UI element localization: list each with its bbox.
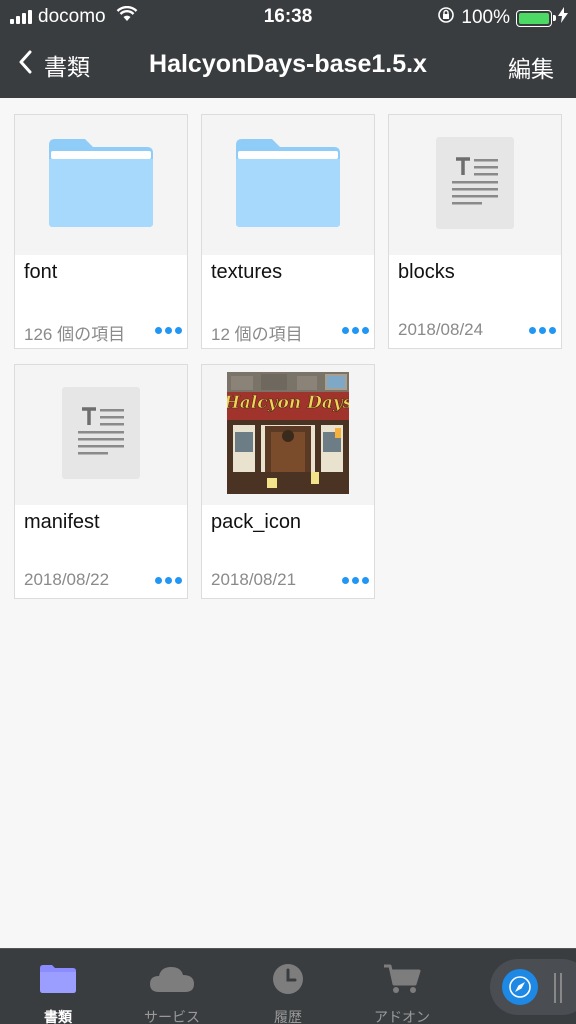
text-document-icon [436,136,514,234]
compass-icon [502,969,538,1005]
file-name: textures [211,261,283,283]
folder-icon [45,137,157,234]
more-button[interactable] [342,577,369,584]
more-button[interactable] [155,577,182,584]
status-bar: docomo 16:38 100% [0,0,576,34]
bubble-grip-handle[interactable] [554,973,562,1003]
card-thumbnail [389,115,561,255]
battery-percent: 100% [461,7,510,28]
orientation-lock-icon [437,6,455,30]
tab-history[interactable]: 履歴 [238,959,338,1024]
more-button[interactable] [342,327,369,334]
file-meta: 2018/08/22 [24,570,110,589]
text-document-icon [62,386,140,484]
battery-icon [516,9,556,27]
edit-button[interactable]: 編集 [508,50,554,84]
folder-icon [8,959,108,999]
file-card-font[interactable]: font 126 個の項目 [14,114,188,349]
tab-services[interactable]: サービス [122,959,222,1024]
tab-label: 履歴 [274,1009,302,1024]
svg-text:Halcyon Days: Halcyon Days [227,393,349,413]
nav-bar: 書類 HalcyonDays-base1.5.x 編集 [0,34,576,98]
cloud-icon [122,959,222,999]
file-name: manifest [24,511,100,533]
charging-icon [558,7,568,29]
file-card-blocks[interactable]: blocks 2018/08/24 [388,114,562,349]
tab-bar: 書類 サービス 履歴 アドオン [0,948,576,1024]
file-meta: 2018/08/21 [211,570,297,589]
more-button[interactable] [155,327,182,334]
file-name: blocks [398,261,455,283]
chevron-left-icon [18,50,32,80]
cart-icon [352,959,452,999]
file-meta: 2018/08/24 [398,320,484,339]
file-meta: 126 個の項目 [24,325,126,344]
file-name: font [24,261,58,283]
file-card-pack-icon[interactable]: Halcyon Days pack_icon 2018/08/21 [201,364,375,599]
pack-icon-image: Halcyon Days [222,371,353,499]
tab-documents[interactable]: 書類 [8,959,108,1024]
more-button[interactable] [529,327,556,334]
status-right: 100% [437,6,568,30]
back-label: 書類 [44,54,90,80]
tab-label: サービス [144,1009,200,1024]
file-card-textures[interactable]: textures 12 個の項目 [201,114,375,349]
tab-addons[interactable]: アドオン [352,959,452,1024]
back-button[interactable]: 書類 [18,48,90,82]
card-thumbnail: Halcyon Days [202,365,374,505]
clock-icon [238,959,338,999]
tab-label: 書類 [44,1009,72,1024]
card-thumbnail [15,365,187,505]
card-thumbnail [15,115,187,255]
card-thumbnail [202,115,374,255]
file-name: pack_icon [211,511,302,533]
browser-bubble[interactable] [490,959,576,1015]
tab-label: アドオン [374,1009,430,1024]
file-meta: 12 個の項目 [211,325,303,344]
file-card-manifest[interactable]: manifest 2018/08/22 [14,364,188,599]
folder-icon [232,137,344,234]
